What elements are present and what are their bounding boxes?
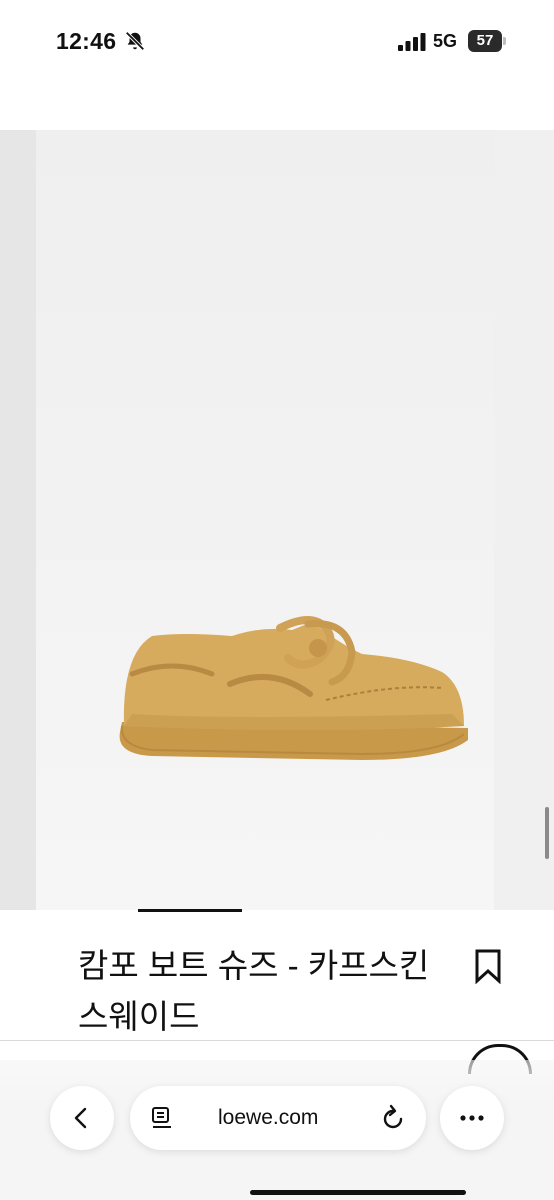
address-bar[interactable]: loewe.com xyxy=(130,1086,426,1150)
reload-icon[interactable] xyxy=(380,1104,406,1132)
back-button[interactable] xyxy=(50,1086,114,1150)
battery-tip xyxy=(503,37,506,45)
status-time: 12:46 xyxy=(56,28,117,54)
battery-level: 57 xyxy=(468,30,502,52)
carousel-indicator xyxy=(138,909,242,912)
page-scrollbar[interactable] xyxy=(545,807,549,859)
status-bar: 12:46 5G 57 xyxy=(0,0,554,84)
bookmark-icon[interactable] xyxy=(474,948,502,984)
product-image-carousel[interactable] xyxy=(0,130,554,910)
reader-icon[interactable] xyxy=(150,1106,174,1130)
previous-image-peek xyxy=(0,130,36,910)
more-icon xyxy=(460,1115,484,1121)
home-indicator[interactable] xyxy=(250,1190,466,1195)
product-title: 캄포 보트 슈즈 - 카프스킨 스웨이드 xyxy=(78,947,430,1035)
battery-icon: 57 xyxy=(468,30,506,52)
more-button[interactable] xyxy=(440,1086,504,1150)
url-text: loewe.com xyxy=(218,1106,319,1129)
signal-icon xyxy=(398,33,426,51)
browser-toolbar: loewe.com xyxy=(0,1060,554,1200)
network-type: 5G xyxy=(433,31,458,51)
next-image-peek xyxy=(494,130,554,910)
divider xyxy=(0,1040,554,1041)
chevron-left-icon xyxy=(74,1107,87,1129)
product-image xyxy=(36,130,494,910)
shoe-image xyxy=(119,616,468,760)
bell-slash-icon xyxy=(125,31,145,51)
